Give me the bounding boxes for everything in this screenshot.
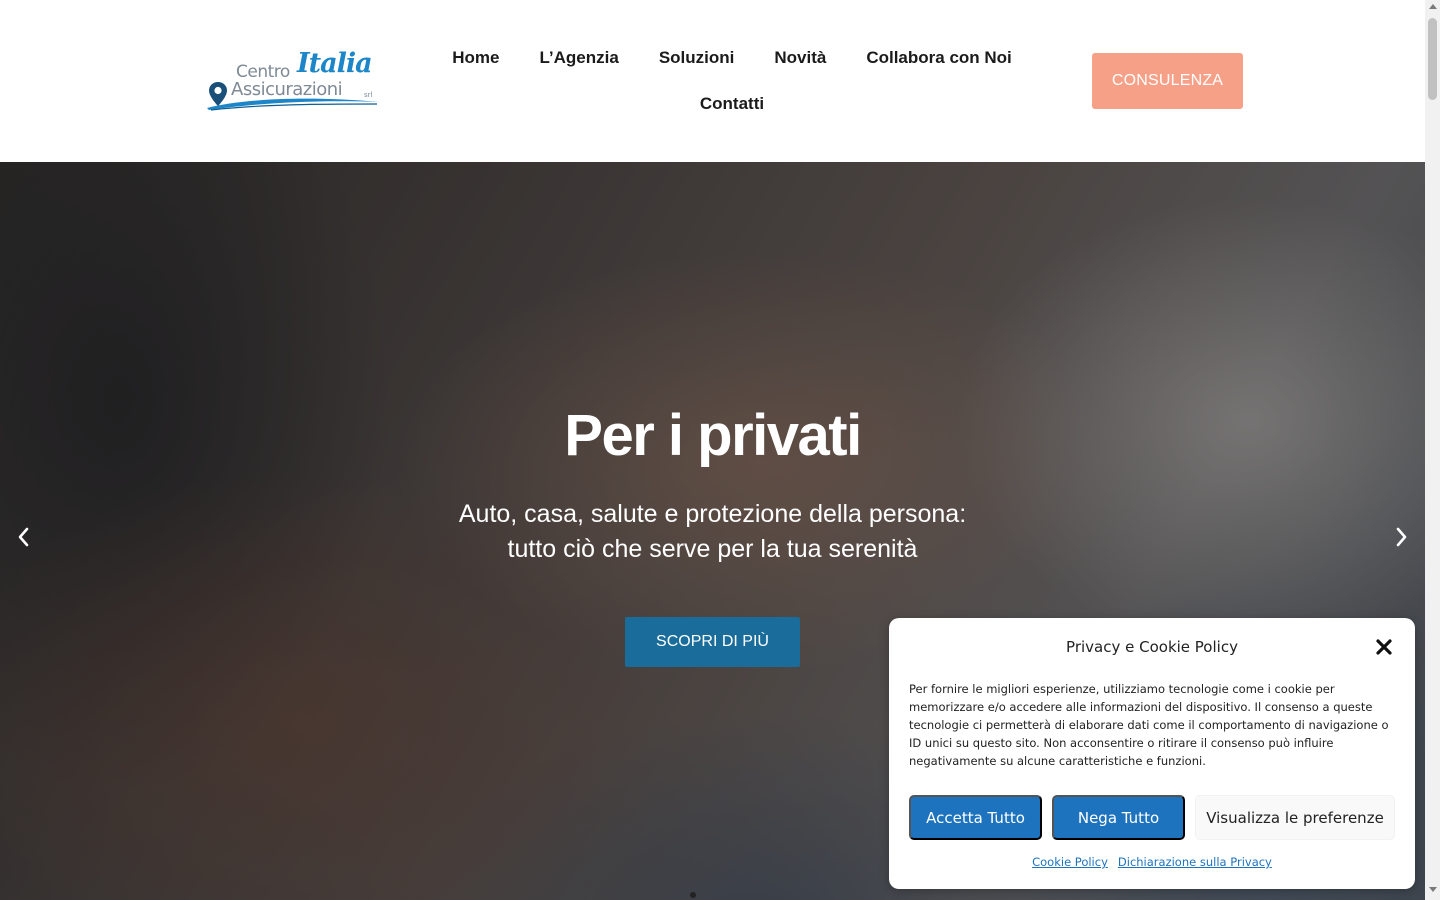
logo-text-srl: srl xyxy=(364,91,373,99)
nav-item-soluzioni[interactable]: Soluzioni xyxy=(639,48,755,68)
scroll-down-arrow-icon[interactable] xyxy=(1428,887,1437,892)
nav-item-collabora[interactable]: Collabora con Noi xyxy=(846,48,1031,68)
cookie-close-button[interactable] xyxy=(1373,636,1395,658)
cookie-dialog-text: Per fornire le migliori esperienze, util… xyxy=(909,682,1389,768)
map-pin-icon xyxy=(209,82,227,106)
scopri-di-piu-button[interactable]: SCOPRI DI PIÙ xyxy=(625,617,800,667)
site-logo[interactable]: Centro Italia Assicurazioni srl xyxy=(205,48,380,114)
nav-row-1: Home L’Agenzia Soluzioni Novità Collabor… xyxy=(442,38,1022,78)
slider-dot[interactable] xyxy=(690,892,696,898)
nav-row-2: Contatti xyxy=(442,84,1022,124)
chevron-right-icon xyxy=(1396,527,1407,547)
nav-item-agenzia[interactable]: L’Agenzia xyxy=(519,48,638,68)
cookie-dialog-title: Privacy e Cookie Policy xyxy=(1066,638,1238,656)
slider-next-button[interactable] xyxy=(1387,522,1417,552)
logo-text-assicurazioni: Assicurazioni xyxy=(231,79,343,100)
nav-item-home[interactable]: Home xyxy=(432,48,519,68)
hero-subtitle: Auto, casa, salute e protezione della pe… xyxy=(0,497,1425,567)
logo-text-italia: Italia xyxy=(297,48,373,79)
slider-pagination xyxy=(690,892,696,898)
view-preferences-button[interactable]: Visualizza le preferenze xyxy=(1195,795,1395,840)
privacy-statement-link[interactable]: Dichiarazione sulla Privacy xyxy=(1118,855,1272,869)
deny-all-button[interactable]: Nega Tutto xyxy=(1052,795,1185,840)
accept-all-button[interactable]: Accetta Tutto xyxy=(909,795,1042,840)
scroll-up-arrow-icon[interactable] xyxy=(1428,4,1437,9)
consulenza-button[interactable]: CONSULENZA xyxy=(1092,53,1243,109)
cookie-dialog-links: Cookie Policy Dichiarazione sulla Privac… xyxy=(889,855,1415,869)
page-scrollbar[interactable] xyxy=(1425,0,1440,900)
slider-prev-button[interactable] xyxy=(8,522,38,552)
chevron-left-icon xyxy=(18,527,29,547)
scrollbar-thumb[interactable] xyxy=(1428,18,1437,100)
cookie-consent-dialog: Privacy e Cookie Policy Per fornire le m… xyxy=(889,618,1415,889)
cookie-policy-link[interactable]: Cookie Policy xyxy=(1032,855,1108,869)
site-header: Centro Italia Assicurazioni srl Home L’A… xyxy=(0,0,1425,162)
hero-subtitle-line-2: tutto ciò che serve per la tua serenità xyxy=(507,535,918,563)
main-nav: Home L’Agenzia Soluzioni Novità Collabor… xyxy=(442,38,1022,124)
hero-subtitle-line-1: Auto, casa, salute e protezione della pe… xyxy=(458,500,967,528)
nav-item-contatti[interactable]: Contatti xyxy=(680,94,784,114)
close-icon xyxy=(1376,639,1392,655)
nav-item-novita[interactable]: Novità xyxy=(754,48,846,68)
hero-title: Per i privati xyxy=(564,403,862,468)
